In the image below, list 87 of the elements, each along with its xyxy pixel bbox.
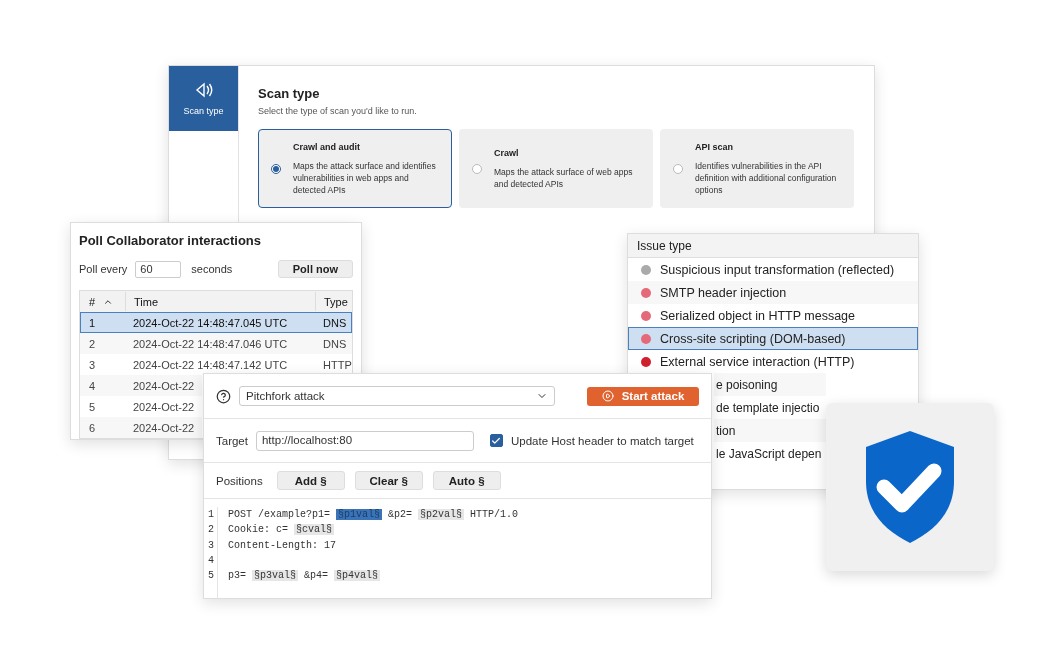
issue-name: tion bbox=[716, 423, 736, 438]
code-text: &p2= bbox=[387, 509, 414, 521]
issue-name: de template injectio bbox=[716, 400, 820, 415]
position-button[interactable]: Clear § bbox=[354, 471, 423, 490]
target-field[interactable]: http://localhost:80 bbox=[255, 430, 474, 451]
time-cell: 2024-Oct-22 14:48:47.045 UTC bbox=[133, 316, 288, 329]
column-header[interactable]: Type bbox=[324, 295, 348, 308]
option-title: Crawl bbox=[494, 147, 520, 158]
row-number: 1 bbox=[89, 316, 96, 329]
code-text: HTTP/1.0 bbox=[469, 509, 520, 521]
issue-name: Cross-site scripting (DOM-based) bbox=[660, 331, 846, 346]
type-cell: DNS bbox=[323, 316, 347, 329]
issue-row[interactable]: Cross-site scripting (DOM-based) bbox=[628, 327, 918, 350]
table-row[interactable]: 2 2024-Oct-22 14:48:47.046 UTC DNS bbox=[80, 333, 352, 354]
issue-row[interactable]: SMTP header injection bbox=[628, 281, 918, 304]
poll-label: Poll every bbox=[79, 263, 128, 275]
type-cell: HTTP bbox=[323, 358, 352, 371]
time-cell: 2024-Oct-22 bbox=[133, 379, 195, 392]
radio-button[interactable] bbox=[472, 163, 482, 174]
issue-row[interactable]: Suspicious input transformation (reflected) bbox=[628, 258, 918, 281]
table-row[interactable]: 6 2024-Oct-22 bbox=[80, 417, 202, 438]
row-number: 4 bbox=[89, 379, 96, 392]
position-button[interactable]: Auto § bbox=[432, 471, 501, 490]
option-description: Identifies vulnerabilities in the API definition with additional configuration options bbox=[695, 159, 838, 196]
section-title: Scan type bbox=[258, 86, 321, 101]
window-title: Poll Collaborator interactions bbox=[79, 233, 263, 248]
issue-row[interactable]: External service interaction (HTTP) bbox=[628, 350, 918, 373]
target-label: Target bbox=[216, 434, 248, 447]
code-text: p3= bbox=[227, 570, 247, 582]
payload-marker[interactable]: §p2val§ bbox=[418, 509, 465, 521]
position-button[interactable]: Add § bbox=[276, 471, 345, 490]
column-header: Issue type bbox=[628, 234, 918, 258]
line-number: 4 bbox=[208, 555, 214, 567]
code-text: POST /example?p1= bbox=[227, 509, 332, 521]
start-attack-button[interactable]: Start attack bbox=[587, 386, 699, 406]
time-cell: 2024-Oct-22 14:48:47.046 UTC bbox=[133, 337, 288, 350]
radio-button[interactable] bbox=[673, 163, 683, 174]
option-title: API scan bbox=[695, 141, 735, 152]
issue-name: SMTP header injection bbox=[660, 285, 787, 300]
issue-row[interactable]: Serialized object in HTTP message bbox=[628, 304, 918, 327]
code-text: Cookie: c= bbox=[227, 524, 289, 536]
issue-name: External service interaction (HTTP) bbox=[660, 354, 855, 369]
section-subtitle: Select the type of scan you'd like to run. bbox=[258, 106, 418, 116]
issue-row[interactable]: tion bbox=[714, 419, 826, 442]
line-number: 5 bbox=[208, 570, 214, 582]
payload-marker[interactable]: §p3val§ bbox=[252, 570, 299, 582]
poll-button[interactable]: Poll now bbox=[277, 260, 353, 278]
row-number: 2 bbox=[89, 337, 96, 350]
attack-type-dropdown[interactable]: Pitchfork attack bbox=[239, 386, 555, 406]
interval-field[interactable]: 60 bbox=[135, 260, 182, 278]
scan-option-card[interactable]: Crawl Maps the attack surface of web apps and detected APIs bbox=[459, 129, 653, 208]
play-icon bbox=[601, 390, 614, 402]
nav-item[interactable]: Scan type bbox=[169, 66, 238, 131]
positions-label: Positions bbox=[216, 474, 263, 487]
radio-button[interactable] bbox=[271, 163, 281, 174]
issue-name: Suspicious input transformation (reflected) bbox=[660, 262, 895, 277]
scan-option-card[interactable]: API scan Identifies vulnerabilities in the API definition with additional configuration options bbox=[660, 129, 854, 208]
type-cell: DNS bbox=[323, 337, 347, 350]
column-header[interactable]: # bbox=[89, 295, 96, 308]
option-title: Crawl and audit bbox=[293, 141, 361, 152]
row-number: 5 bbox=[89, 400, 96, 413]
scan-option-card[interactable]: Crawl and audit Maps the attack surface and identifies vulnerabilities in web apps and detected APIs bbox=[258, 129, 452, 208]
issue-row[interactable]: e poisoning bbox=[714, 373, 826, 396]
line-number: 3 bbox=[208, 539, 214, 551]
help-icon[interactable] bbox=[216, 388, 231, 404]
unit-label: seconds bbox=[191, 263, 234, 275]
payload-marker[interactable]: §p4val§ bbox=[334, 570, 381, 582]
code-text: &p4= bbox=[303, 570, 330, 582]
table-row[interactable]: 4 2024-Oct-22 bbox=[80, 375, 202, 396]
checkbox-label: Update Host header to match target bbox=[510, 434, 694, 447]
row-number: 6 bbox=[89, 421, 96, 434]
code-text: Content-Length: 17 bbox=[227, 539, 338, 551]
line-number: 1 bbox=[208, 509, 214, 521]
option-description: Maps the attack surface of web apps and detected APIs bbox=[494, 165, 634, 190]
time-cell: 2024-Oct-22 bbox=[133, 400, 195, 413]
table-row[interactable]: 1 2024-Oct-22 14:48:47.045 UTC DNS bbox=[80, 312, 352, 333]
issue-name: e poisoning bbox=[716, 377, 778, 392]
line-number: 2 bbox=[208, 524, 214, 536]
time-cell: 2024-Oct-22 bbox=[133, 421, 195, 434]
issue-name: Serialized object in HTTP message bbox=[660, 308, 855, 323]
row-number: 3 bbox=[89, 358, 96, 371]
payload-marker[interactable]: §cval§ bbox=[294, 524, 335, 536]
time-cell: 2024-Oct-22 14:48:47.142 UTC bbox=[133, 358, 288, 371]
option-description: Maps the attack surface and identifies vulnerabilities in web apps and detected APIs bbox=[293, 159, 437, 196]
shield-check-icon bbox=[864, 431, 956, 543]
checkbox[interactable] bbox=[489, 434, 503, 447]
column-header[interactable]: Time bbox=[134, 295, 159, 308]
